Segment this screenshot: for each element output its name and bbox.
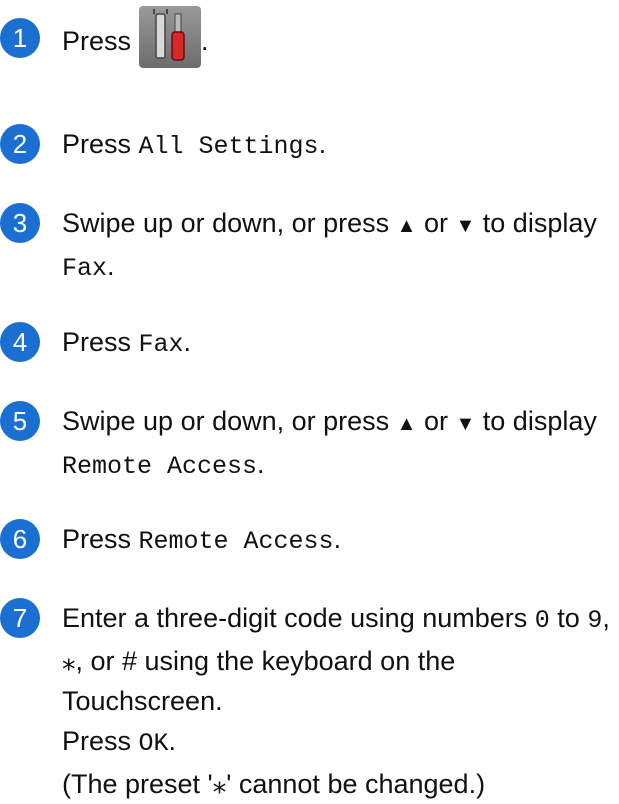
remote-access-key: Remote Access xyxy=(62,452,258,481)
step-text-part: Press xyxy=(62,524,139,554)
step-text-part: . xyxy=(183,327,192,357)
up-arrow-icon: ▲ xyxy=(396,215,417,237)
step-number: 7 xyxy=(0,598,40,638)
settings-icon xyxy=(139,6,202,68)
step-text: Press All Settings. xyxy=(62,124,614,167)
step-text-part: . xyxy=(333,524,342,554)
step-number: 1 xyxy=(0,18,40,58)
step-text-part: Press xyxy=(62,129,139,159)
digit-nine: 9 xyxy=(587,606,603,635)
step-text-part: . xyxy=(201,26,209,57)
step-text-part: to display xyxy=(475,208,597,238)
step-text-part: Swipe up or down, or press xyxy=(62,406,397,436)
instruction-page: { "steps": [ { "number": "1", "parts": {… xyxy=(0,0,619,799)
down-arrow-icon: ▼ xyxy=(455,215,476,237)
step-text: Enter a three-digit code using numbers 0… xyxy=(62,598,614,804)
fax-key: Fax xyxy=(138,330,184,359)
step-text-part: , or # using the keyboard on the Touchsc… xyxy=(62,646,456,716)
step-text-part: Press xyxy=(62,726,139,756)
step-text: Swipe up or down, or press ▲ or ▼ to dis… xyxy=(62,401,614,487)
step-text-part: to display xyxy=(475,406,597,436)
remote-access-key: Remote Access xyxy=(138,527,334,556)
down-arrow-icon: ▼ xyxy=(455,413,476,435)
step-number: 3 xyxy=(0,203,40,243)
step-text-part: or xyxy=(416,406,456,436)
step-text-part: . xyxy=(257,449,265,479)
digit-zero: 0 xyxy=(534,606,550,635)
step-text-part: Press xyxy=(62,327,139,357)
step-number: 6 xyxy=(0,519,40,559)
step-number: 5 xyxy=(0,401,40,441)
step-text-part: Press xyxy=(62,26,132,57)
step-text-part: to xyxy=(549,603,588,633)
asterisk-key: ⁎ xyxy=(62,646,76,676)
ok-key: OK xyxy=(138,729,169,758)
all-settings-key: All Settings xyxy=(138,132,319,161)
step-text: Press Remote Access. xyxy=(62,519,614,562)
step-note: (The preset '⁎' cannot be changed.) xyxy=(62,769,486,799)
fax-key: Fax xyxy=(62,254,108,283)
step-text-part: or xyxy=(416,208,456,238)
step-text-part: . xyxy=(318,129,327,159)
step-number: 2 xyxy=(0,124,40,164)
step-text-part: Enter a three-digit code using numbers xyxy=(62,603,535,633)
step-text: Press Fax. xyxy=(62,322,614,365)
step-text-part: . xyxy=(168,726,177,756)
up-arrow-icon: ▲ xyxy=(396,413,417,435)
step-text: Press . xyxy=(62,6,614,68)
step-text-part: , xyxy=(602,603,610,633)
step-text: Swipe up or down, or press ▲ or ▼ to dis… xyxy=(62,203,614,289)
step-text-part: Swipe up or down, or press xyxy=(62,208,397,238)
step-number: 4 xyxy=(0,322,40,362)
step-text-part: . xyxy=(107,251,115,281)
